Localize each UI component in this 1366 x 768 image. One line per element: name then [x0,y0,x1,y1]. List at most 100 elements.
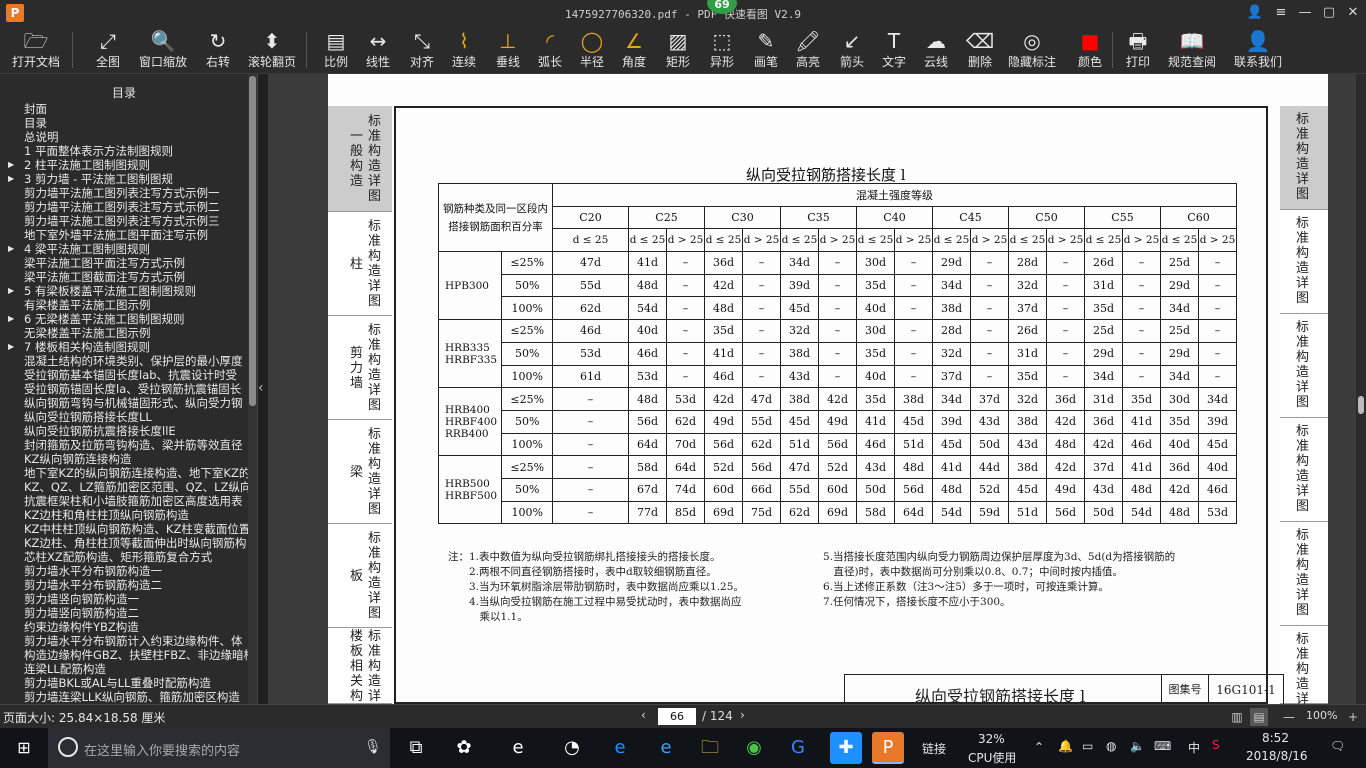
section-tab[interactable]: 梁标准构造详图 [328,420,392,524]
right-section-tab[interactable]: 标准构造详图 [1280,210,1328,314]
rectangle-button[interactable]: ▨ 矩形 [660,28,696,72]
clock-time[interactable]: 8:52 [1262,731,1289,745]
highlight-button[interactable]: 🖍 高亮 [790,28,826,72]
toc-item[interactable]: 剪力墙竖向钢筋构造一 [0,592,248,606]
toc-item[interactable]: KZ边柱、角柱柱顶等截面伸出时纵向钢筋构 [0,536,248,550]
contact-us-button[interactable]: 👤 联系我们 [1232,28,1284,72]
toc-item[interactable]: 剪力墙连梁LLK纵向钢筋、箍筋加密区构造 [0,690,248,704]
collapse-sidebar-icon[interactable]: ‹ [258,380,264,396]
cloud-button[interactable]: ☁ 云线 [918,28,954,72]
clock-date[interactable]: 2018/8/16 [1246,749,1308,763]
section-tab[interactable]: 一般构造 标准构造详图 [328,106,392,212]
ime-indicator[interactable]: 中 [1188,739,1200,756]
page-number-input[interactable]: 66 [658,708,696,725]
ie-blue-icon[interactable]: e [650,732,682,764]
user-icon[interactable]: 👤 [1244,3,1266,23]
toc-item[interactable]: 有梁楼盖平法施工图示例 [0,298,248,312]
section-tab[interactable]: 楼板相关构 标准构造详 [328,628,392,704]
google-icon[interactable]: G [782,732,814,764]
toc-item[interactable]: 纵向受拉钢筋抗震搭接长度llE [0,424,248,438]
linear-button[interactable]: ↔ 线性 [360,28,396,72]
keyboard-icon[interactable]: ⌨ [1154,739,1171,753]
section-tab[interactable]: 剪力墙 标准构造详图 [328,316,392,420]
text-button[interactable]: T 文字 [876,28,912,72]
network-icon[interactable]: ◍ [1106,739,1116,753]
toc-item[interactable]: 混凝土结构的环境类别、保护层的最小厚度 [0,354,248,368]
zoom-in-button[interactable]: + [1344,708,1362,726]
rotate-right-button[interactable]: ↻ 右转 [200,28,236,72]
toc-item[interactable]: 封闭箍筋及拉筋弯钩构造、梁并筋等效直径 [0,438,248,452]
color-button[interactable]: ■ 颜色 [1072,28,1108,72]
browser-360-icon[interactable]: ◉ [738,732,770,764]
scroll-page-button[interactable]: ⬍ 滚轮翻页 [246,28,298,72]
delete-button[interactable]: ⌫ 删除 [962,28,998,72]
aligned-button[interactable]: ⤡ 对齐 [404,28,440,72]
prev-page-button[interactable]: ‹ [641,708,646,722]
zoom-out-button[interactable]: — [1280,708,1298,726]
pen-button[interactable]: ✎ 画笔 [748,28,784,72]
right-section-tab[interactable]: 标准构造详图 [1280,314,1328,418]
toc-item[interactable]: 剪力墙水平分布钢筋构造二 [0,578,248,592]
taskbar-search[interactable]: 在这里输入你要搜索的内容 🎙 [48,728,390,768]
expand-arrow-icon[interactable]: ▶ [8,284,14,298]
expand-arrow-icon[interactable]: ▶ [8,242,14,256]
hide-annotations-button[interactable]: ◎ 隐藏标注 [1006,28,1058,72]
open-file-button[interactable]: 🗁 打开文档 [10,28,62,72]
microphone-icon[interactable]: 🎙 [364,739,382,755]
right-section-tab[interactable]: 标准构造详图 [1280,418,1328,522]
toc-item[interactable]: 纵向受拉钢筋搭接长度LL [0,410,248,424]
zoom-level[interactable]: 100% [1306,709,1337,722]
arrow-button[interactable]: ↙ 箭头 [834,28,870,72]
app-icon-1[interactable]: ✿ [448,732,480,764]
toc-item[interactable]: 纵向钢筋弯钩与机械锚固形式、纵向受力钢 [0,396,248,410]
expand-arrow-icon[interactable]: ▶ [8,172,14,186]
perpendicular-button[interactable]: ⊥ 垂线 [490,28,526,72]
toc-item[interactable]: 封面 [0,102,248,116]
action-center-icon[interactable]: 🗨 [1330,739,1345,753]
sogou-icon[interactable]: S [1212,738,1220,752]
toc-item[interactable]: 地下室KZ的纵向钢筋连接构造、地下室KZ的 [0,466,248,480]
ie-icon[interactable]: e [502,732,534,764]
toc-item[interactable]: 剪力墙BKL或AL与LL重叠时配筋构造 [0,676,248,690]
window-zoom-button[interactable]: 🔍 窗口缩放 [137,28,189,72]
file-explorer-icon[interactable]: 🗀 [694,732,726,764]
tray-expand-icon[interactable]: ⌃ [1034,740,1044,754]
toc-item[interactable]: 构造边缘构件GBZ、扶壁柱FBZ、非边缘暗柱 [0,648,248,662]
toc-item[interactable]: 梁平法施工图截面注写方式示例 [0,270,248,284]
document-scroll-thumb[interactable] [1358,396,1364,414]
toc-item[interactable]: ▶ 7 楼板相关构造制图规则 [0,340,248,354]
minimize-button[interactable]: — [1294,3,1316,23]
arc-length-button[interactable]: ◜ 弧长 [532,28,568,72]
angle-button[interactable]: ∠ 角度 [616,28,652,72]
app-icon-2[interactable]: ◔ [556,732,588,764]
menu-icon[interactable]: ≡ [1270,3,1292,23]
print-button[interactable]: 🖶 打印 [1120,28,1156,72]
toc-item[interactable]: 1 平面整体表示方法制图规则 [0,144,248,158]
toc-item[interactable]: ▶ 5 有梁板楼盖平法施工图制图规则 [0,284,248,298]
task-view-icon[interactable]: ⧉ [400,732,432,764]
next-page-button[interactable]: › [740,708,745,722]
toc-item[interactable]: ▶ 2 柱平法施工图制图规则 [0,158,248,172]
section-tab[interactable]: 板标准构造详图 [328,524,392,628]
toc-item[interactable]: 受拉钢筋基本锚固长度lab、抗震设计时受 [0,368,248,382]
toc-item[interactable]: KZ边柱和角柱柱顶纵向钢筋构造 [0,508,248,522]
document-scrollbar[interactable] [1356,74,1366,704]
toc-item[interactable]: 目录 [0,116,248,130]
toc-item[interactable]: 剪力墙水平分布钢筋构造一 [0,564,248,578]
right-section-tab[interactable]: 标准构造详图 [1280,522,1328,626]
toc-item[interactable]: KZ、QZ、LZ箍筋加密区范围、QZ、LZ纵向钢 [0,480,248,494]
continuous-button[interactable]: ⌇ 连续 [446,28,482,72]
toc-item[interactable]: KZ纵向钢筋连接构造 [0,452,248,466]
toc-item[interactable]: 地下室外墙平法施工图平面注写示例 [0,228,248,242]
toc-item[interactable]: 连梁LL配筋构造 [0,662,248,676]
app-icon-3[interactable]: ✚ [830,732,862,764]
volume-icon[interactable]: 🔈 [1130,739,1145,753]
toc-item[interactable]: 剪力墙平法施工图列表注写方式示例三 [0,214,248,228]
spec-lookup-button[interactable]: 📖 规范查阅 [1166,28,1218,72]
battery-icon[interactable]: ▭ [1082,739,1093,753]
sidebar-scroll-thumb[interactable] [249,76,256,406]
two-page-view-icon[interactable]: ▥ [1228,708,1246,726]
sidebar-scrollbar[interactable] [248,74,257,704]
toc-item[interactable]: ▶ 3 剪力墙 - 平法施工图制图规 [0,172,248,186]
toc-item[interactable]: 无梁楼盖平法施工图示例 [0,326,248,340]
